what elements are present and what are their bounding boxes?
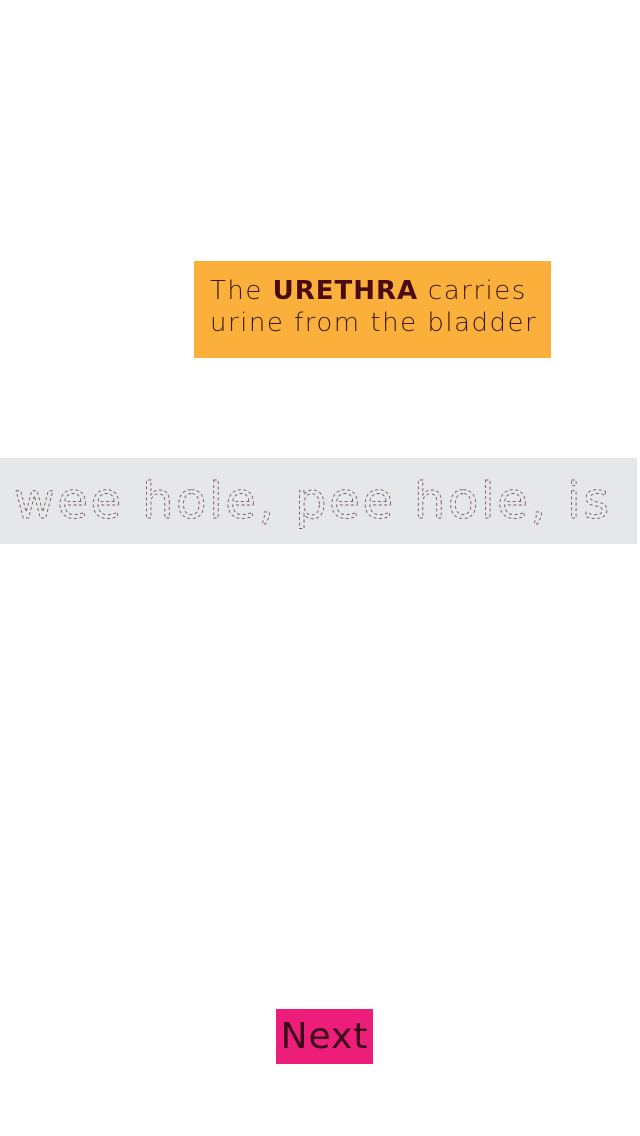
fact-line-2: urine from the bladder (210, 308, 538, 338)
fact-prefix: The (210, 276, 263, 306)
fact-suffix: carries (427, 276, 527, 306)
fact-card: The URETHRA carries urine from the bladd… (194, 261, 551, 358)
tracing-band: wee hole, pee hole, is it? (0, 458, 637, 544)
next-button[interactable]: Next (276, 1009, 373, 1064)
tracing-text-area[interactable]: wee hole, pee hole, is it? (14, 468, 634, 534)
tracing-text[interactable]: wee hole, pee hole, is it? (14, 472, 634, 531)
tracing-text-svg[interactable]: wee hole, pee hole, is it? (14, 468, 634, 534)
fact-line-1: The URETHRA carries (210, 275, 535, 307)
fact-keyword: URETHRA (272, 276, 419, 306)
